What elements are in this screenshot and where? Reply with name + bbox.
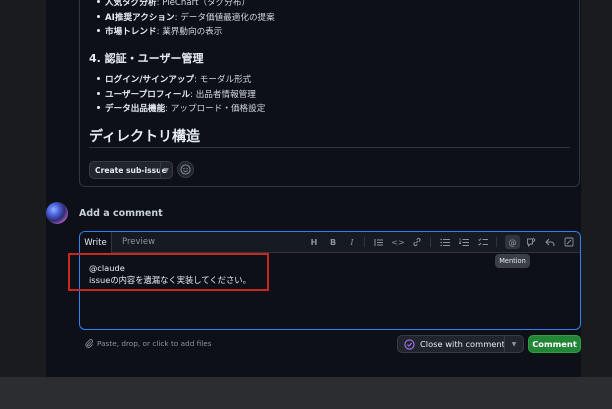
list-item: データ出品機能: アップロード・価格設定 — [97, 102, 265, 114]
code-icon[interactable]: <> — [391, 236, 404, 248]
smiley-icon — [180, 164, 191, 175]
list-item: AI推奨アクション: データ価値最適化の提案 — [97, 11, 275, 23]
create-subissue-label: Create sub-issue — [95, 165, 167, 175]
close-with-comment-button[interactable]: Close with comment ▼ — [397, 335, 524, 353]
attach-files-hint[interactable]: Paste, drop, or click to add files — [85, 339, 212, 348]
create-subissue-button[interactable]: Create sub-issue ▼ — [89, 161, 173, 179]
highlight-box — [68, 253, 269, 291]
link-icon[interactable] — [411, 236, 423, 248]
chevron-down-icon[interactable]: ▼ — [505, 341, 523, 348]
add-comment-heading: Add a comment — [79, 208, 163, 219]
tab-preview[interactable]: Preview — [122, 237, 155, 247]
ordered-list-icon[interactable] — [458, 236, 470, 248]
close-with-comment-label: Close with comment — [420, 339, 505, 349]
add-reaction-button[interactable] — [177, 161, 194, 178]
tab-write[interactable]: Write — [80, 232, 112, 253]
directory-heading: ディレクトリ構造 — [89, 129, 201, 145]
check-circle-icon — [404, 338, 415, 350]
reference-icon[interactable] — [525, 236, 537, 248]
italic-icon[interactable]: I — [346, 236, 358, 248]
chevron-down-icon[interactable]: ▼ — [161, 167, 172, 174]
comment-submit-button[interactable]: Comment — [528, 335, 581, 353]
quote-icon[interactable] — [373, 236, 385, 248]
task-list-icon[interactable] — [477, 236, 489, 248]
mention-tooltip: Mention — [495, 254, 530, 268]
heading-divider — [89, 147, 570, 148]
paperclip-icon — [85, 339, 93, 348]
list-item: ログイン/サインアップ: モーダル形式 — [97, 73, 251, 85]
bottom-band — [0, 377, 612, 409]
list-item: ユーザープロフィール: 出品者情報管理 — [97, 88, 256, 100]
list-item: 人気タグ分析: PieChart（タグ分布） — [97, 0, 250, 8]
avatar[interactable] — [46, 202, 68, 224]
heading-icon[interactable]: H — [308, 236, 320, 248]
mention-icon[interactable]: @ — [505, 235, 520, 249]
bold-icon[interactable]: B — [327, 236, 339, 248]
attach-files-label: Paste, drop, or click to add files — [97, 339, 212, 348]
unordered-list-icon[interactable] — [439, 236, 451, 248]
auth-heading: 4. 認証・ユーザー管理 — [89, 52, 204, 65]
fullscreen-icon[interactable] — [563, 236, 575, 248]
reply-icon[interactable] — [544, 236, 556, 248]
list-item: 市場トレンド: 業界動向の表示 — [97, 25, 222, 37]
